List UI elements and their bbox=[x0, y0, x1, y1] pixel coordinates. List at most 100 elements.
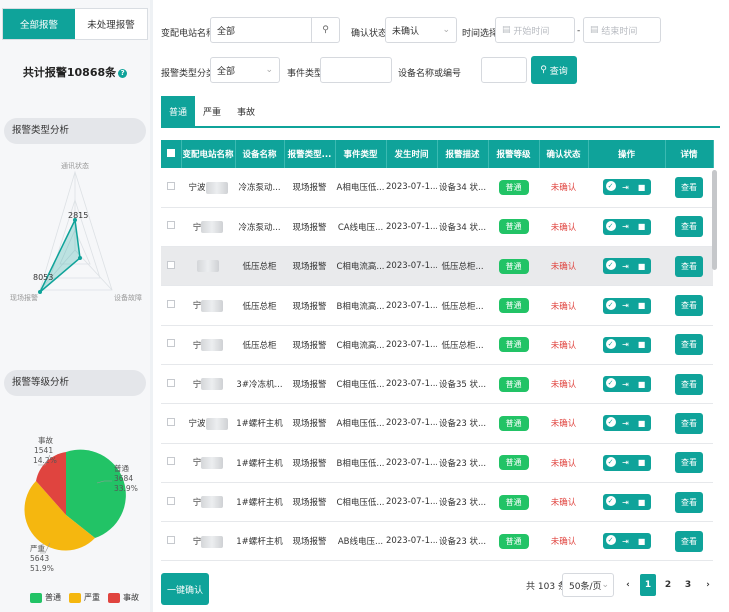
next-page-button[interactable]: › bbox=[700, 574, 716, 596]
row-checkbox[interactable] bbox=[161, 443, 181, 483]
search-icon[interactable]: ⚲ bbox=[311, 18, 339, 42]
video-icon[interactable]: ■ bbox=[636, 496, 648, 508]
table-row[interactable]: 宁低压总柜 现场报警 C相电流高... 2023-07-1... 低压总柜... 普通 未确… bbox=[161, 325, 713, 365]
confirm-check-icon[interactable]: ✓ bbox=[605, 378, 616, 389]
end-time-input[interactable]: ▤ 结束时间 bbox=[583, 17, 661, 43]
export-icon[interactable]: ⇥ bbox=[620, 300, 632, 312]
page-3[interactable]: 3 bbox=[680, 574, 696, 596]
export-icon[interactable]: ⇥ bbox=[620, 417, 632, 429]
legend-item-accident[interactable]: 事故 bbox=[108, 592, 139, 603]
header-level[interactable]: 报警等级 bbox=[488, 140, 540, 168]
video-icon[interactable]: ■ bbox=[636, 457, 648, 469]
cell-device: 1#螺杆主机 bbox=[235, 482, 284, 523]
radar-label-field: 现场报警 bbox=[10, 293, 38, 302]
confirm-check-icon[interactable]: ✓ bbox=[605, 338, 616, 349]
video-icon[interactable]: ■ bbox=[636, 300, 648, 312]
query-button[interactable]: ⚲ 查询 bbox=[531, 56, 577, 84]
view-button[interactable]: 查看 bbox=[675, 452, 703, 474]
table-row[interactable]: 宁冷冻泵动... 现场报警 CA线电压... 2023-07-1... 设备34 状..… bbox=[161, 207, 713, 248]
station-input[interactable]: 全部 ⚲ bbox=[210, 17, 340, 43]
row-checkbox[interactable] bbox=[161, 521, 181, 562]
header-confirm[interactable]: 确认状态 bbox=[539, 140, 589, 168]
header-event-type[interactable]: 事件类型 bbox=[335, 140, 387, 168]
event-type-input[interactable] bbox=[320, 57, 392, 83]
export-icon[interactable]: ⇥ bbox=[620, 535, 632, 547]
export-icon[interactable]: ⇥ bbox=[620, 260, 632, 272]
confirm-check-icon[interactable]: ✓ bbox=[605, 181, 616, 192]
view-button[interactable]: 查看 bbox=[675, 530, 703, 552]
header-alarm-type[interactable]: 报警类型... bbox=[284, 140, 336, 168]
export-icon[interactable]: ⇥ bbox=[620, 339, 632, 351]
video-icon[interactable]: ■ bbox=[636, 260, 648, 272]
table-row[interactable]: 宁 1#螺杆主机 现场报警 AB线电压... 2023-07-1... 设备23 状...… bbox=[161, 521, 713, 562]
legend-item-normal[interactable]: 普通 bbox=[30, 592, 61, 603]
export-icon[interactable]: ⇥ bbox=[620, 496, 632, 508]
table-row[interactable]: 低压总柜 现场报警 C相电流高... 2023-07-1... 低压总柜... 普通 未确认… bbox=[161, 246, 713, 287]
table-scrollbar[interactable] bbox=[712, 170, 717, 270]
video-icon[interactable]: ■ bbox=[636, 181, 648, 193]
view-button[interactable]: 查看 bbox=[675, 176, 703, 198]
tab-unhandled-alarms[interactable]: 未处理报警 bbox=[75, 9, 147, 39]
cell-station bbox=[181, 246, 235, 287]
confirm-all-button[interactable]: 一键确认 bbox=[161, 573, 209, 605]
row-checkbox[interactable] bbox=[161, 325, 181, 365]
page-size-select[interactable]: 50条/页 ⌄ bbox=[562, 573, 614, 597]
view-button[interactable]: 查看 bbox=[675, 295, 703, 317]
export-icon[interactable]: ⇥ bbox=[620, 181, 632, 193]
video-icon[interactable]: ■ bbox=[636, 339, 648, 351]
legend-item-serious[interactable]: 严重 bbox=[69, 592, 100, 603]
view-button[interactable]: 查看 bbox=[675, 334, 703, 356]
header-time[interactable]: 发生时间 bbox=[386, 140, 438, 168]
row-checkbox[interactable] bbox=[161, 285, 181, 326]
confirm-status-select[interactable]: 未确认 ⌄ bbox=[385, 17, 457, 43]
row-checkbox[interactable] bbox=[161, 168, 181, 208]
subtab-normal[interactable]: 普通 bbox=[161, 96, 196, 126]
table-row[interactable]: 宁 1#螺杆主机 现场报警 B相电压低... 2023-07-1... 设备23 状...… bbox=[161, 443, 713, 483]
subtab-serious[interactable]: 严重 bbox=[195, 96, 229, 126]
table-row[interactable]: 宁 3#冷冻机... 现场报警 C相电压低... 2023-07-1... 设备35 状.… bbox=[161, 364, 713, 405]
confirm-check-icon[interactable]: ✓ bbox=[605, 299, 616, 310]
cell-event-type: B相电压低... bbox=[335, 443, 386, 483]
view-button[interactable]: 查看 bbox=[675, 255, 703, 277]
video-icon[interactable]: ■ bbox=[636, 221, 648, 233]
confirm-check-icon[interactable]: ✓ bbox=[605, 260, 616, 271]
view-button[interactable]: 查看 bbox=[675, 412, 703, 434]
header-station[interactable]: 变配电站名称 bbox=[181, 140, 236, 168]
confirm-check-icon[interactable]: ✓ bbox=[605, 535, 616, 546]
table-row[interactable]: 宁波 1#螺杆主机 现场报警 A相电压低... 2023-07-1... 设备23 状..… bbox=[161, 403, 713, 444]
view-button[interactable]: 查看 bbox=[675, 216, 703, 238]
confirm-check-icon[interactable]: ✓ bbox=[605, 417, 616, 428]
start-time-input[interactable]: ▤ 开始时间 bbox=[495, 17, 575, 43]
export-icon[interactable]: ⇥ bbox=[620, 221, 632, 233]
row-checkbox[interactable] bbox=[161, 246, 181, 287]
table-row[interactable]: 宁 1#螺杆主机 现场报警 C相电压低... 2023-07-1... 设备23 状...… bbox=[161, 482, 713, 523]
confirm-check-icon[interactable]: ✓ bbox=[605, 496, 616, 507]
row-checkbox[interactable] bbox=[161, 403, 181, 444]
device-input[interactable] bbox=[481, 57, 527, 83]
subtab-accident[interactable]: 事故 bbox=[229, 96, 263, 126]
time-dash: - bbox=[577, 26, 581, 36]
row-checkbox[interactable] bbox=[161, 364, 181, 405]
confirm-check-icon[interactable]: ✓ bbox=[605, 220, 616, 231]
page-2[interactable]: 2 bbox=[660, 574, 676, 596]
confirm-check-icon[interactable]: ✓ bbox=[605, 456, 616, 467]
video-icon[interactable]: ■ bbox=[636, 535, 648, 547]
header-desc[interactable]: 报警描述 bbox=[437, 140, 489, 168]
row-checkbox[interactable] bbox=[161, 207, 181, 248]
page-1[interactable]: 1 bbox=[640, 574, 656, 596]
table-row[interactable]: 宁波 冷冻泵动... 现场报警 A相电压低... 2023-07-1... 设备34 状.… bbox=[161, 168, 713, 208]
prev-page-button[interactable]: ‹ bbox=[620, 574, 636, 596]
help-icon[interactable]: ? bbox=[118, 68, 128, 78]
export-icon[interactable]: ⇥ bbox=[620, 457, 632, 469]
header-device[interactable]: 设备名称 bbox=[235, 140, 285, 168]
header-checkbox[interactable] bbox=[161, 140, 182, 168]
row-checkbox[interactable] bbox=[161, 482, 181, 523]
view-button[interactable]: 查看 bbox=[675, 491, 703, 513]
export-icon[interactable]: ⇥ bbox=[620, 378, 632, 390]
table-row[interactable]: 宁低压总柜 现场报警 B相电流高... 2023-07-1... 低压总柜... 普通 未确… bbox=[161, 285, 713, 326]
view-button[interactable]: 查看 bbox=[675, 373, 703, 395]
video-icon[interactable]: ■ bbox=[636, 417, 648, 429]
alarm-type-select[interactable]: 全部 ⌄ bbox=[210, 57, 280, 83]
video-icon[interactable]: ■ bbox=[636, 378, 648, 390]
tab-all-alarms[interactable]: 全部报警 bbox=[3, 9, 75, 39]
